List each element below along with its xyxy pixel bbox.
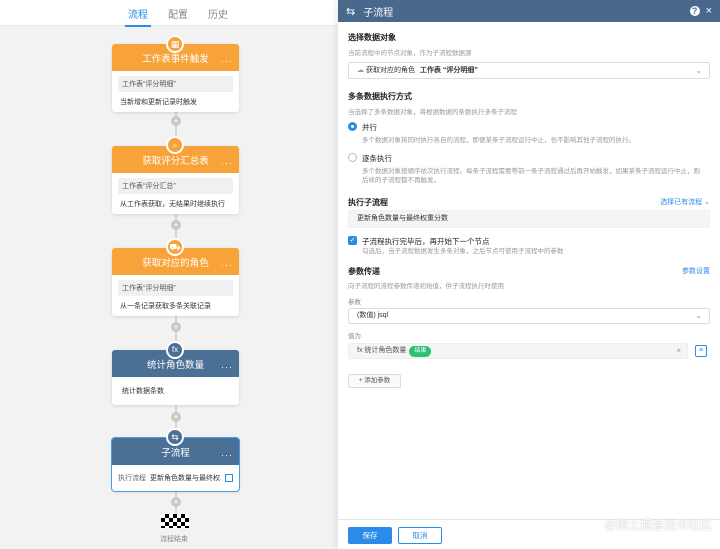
cloud-icon: ☁ <box>357 67 366 74</box>
workflow-canvas[interactable]: 流程 配置 历史 + + + + + 工作表事件触发 ··· 工作表“评分明细”… <box>0 0 338 549</box>
node-title: 获取评分汇总表 <box>142 156 209 167</box>
section-desc: 当前流程中的节点对象，作为子流程数据源 <box>348 50 472 57</box>
more-icon[interactable]: ··· <box>221 250 233 281</box>
radio-desc: 多个数据对象将同时执行各自的流程，即便某条子流程运行中止，也不影响其他子流程的执… <box>362 137 635 144</box>
cancel-button[interactable]: 取消 <box>398 527 442 544</box>
field-picker-icon[interactable]: ≡ <box>695 345 707 357</box>
node-get-roles[interactable]: 获取对应的角色 ··· 工作表“评分明细” 从一条记录获取多条关联记录 <box>112 248 239 316</box>
node-desc: 从工作表获取，无结果时继续执行 <box>120 201 225 208</box>
node-chip: 工作表“评分明细” <box>118 280 233 296</box>
node-title: 统计角色数量 <box>146 360 204 371</box>
node-body: 统计数据条数 <box>112 377 239 405</box>
assign-input[interactable]: fx 统计角色数量 结果 × <box>348 343 688 359</box>
node-title: 子流程 <box>161 448 190 459</box>
wait-checkbox[interactable]: ✓ <box>348 236 357 245</box>
chevron-down-icon: ⌄ <box>695 66 702 75</box>
node-title: 工作表事件触发 <box>142 54 209 65</box>
node-desc: 当新增和更新记录时触发 <box>120 99 197 106</box>
node-chip: 工作表“评分汇总” <box>118 178 233 194</box>
node-desc: 从一条记录获取多条关联记录 <box>120 303 211 310</box>
subprocess-select[interactable]: 更新角色数量与最终权重分数 <box>348 210 710 228</box>
watermark: @稀土掘金技术社区 <box>603 518 712 532</box>
radio-label: 并行 <box>362 123 377 132</box>
finish-flag-icon <box>161 514 189 528</box>
exec-value: 更新角色数量与最终权... <box>150 475 221 482</box>
checkbox-label: 子流程执行完毕后，再开始下一个节点 <box>362 237 490 246</box>
panel-header: ⇆ 子流程 ? × <box>338 0 720 22</box>
exec-label: 执行流程 <box>118 475 146 482</box>
add-node-button[interactable]: + <box>171 497 181 507</box>
tab-config[interactable]: 配置 <box>168 6 188 21</box>
clear-icon[interactable]: × <box>676 344 681 358</box>
fx-icon: fx <box>166 341 184 359</box>
more-icon[interactable]: ··· <box>221 352 233 383</box>
node-get-summary[interactable]: 获取评分汇总表 ··· 工作表“评分汇总” 从工作表获取，无结果时继续执行 <box>112 146 239 214</box>
subflow-icon: ⇆ <box>346 5 356 18</box>
node-body: 工作表“评分明细” 从一条记录获取多条关联记录 <box>112 275 239 316</box>
chevron-down-icon: ⌄ <box>695 311 702 320</box>
param-select[interactable]: (数值) jsql ⌄ <box>348 308 710 324</box>
node-body: 工作表“评分汇总” 从工作表获取，无结果时继续执行 <box>112 173 239 214</box>
result-token[interactable]: 结果 <box>409 346 432 357</box>
config-panel: ⇆ 子流程 ? × 选择数据对象 当前流程中的节点对象，作为子流程数据源 ☁ 获… <box>338 0 720 549</box>
section-desc: 向子流程的流程参数传递初始值，供子流程执行时使用 <box>348 283 504 290</box>
close-icon[interactable]: × <box>706 5 712 17</box>
checkbox-desc: 勾选后，当子流程数据发生多条对象，之后节点可使用子流程中的参数 <box>362 248 564 255</box>
section-title: 参数传递 <box>348 267 380 276</box>
more-icon[interactable]: ··· <box>221 440 233 471</box>
section-title: 执行子流程 <box>348 198 388 207</box>
add-param-button[interactable]: + 添加参数 <box>348 374 401 388</box>
assign-prefix: fx 统计角色数量 <box>357 347 407 354</box>
save-button[interactable]: 保存 <box>348 527 392 544</box>
radio-desc: 多个数据对象按顺序依次执行流程。每条子流程需要等前一条子流程通过后再开始触发，如… <box>362 168 700 184</box>
param-label: 参数 <box>348 299 361 306</box>
tab-flow[interactable]: 流程 <box>125 6 151 27</box>
more-icon[interactable]: ··· <box>221 148 233 179</box>
table-icon: ▦ <box>166 35 184 53</box>
truck-icon: ⛟ <box>166 238 184 256</box>
param-value: (数值) jsql <box>357 312 389 319</box>
radio-sequential[interactable] <box>348 153 357 162</box>
link-text: 选择已有流程 <box>660 199 703 206</box>
assign-label: 值为 <box>348 333 361 340</box>
node-title: 获取对应的角色 <box>142 258 209 269</box>
subflow-icon: ⇆ <box>166 428 184 446</box>
end-label: 流程结束 <box>160 536 188 543</box>
add-node-button[interactable]: + <box>171 220 181 230</box>
top-tabs: 流程 配置 历史 <box>0 0 338 27</box>
radio-parallel[interactable] <box>348 122 357 131</box>
subprocess-value: 更新角色数量与最终权重分数 <box>357 215 448 222</box>
radio-label: 逐条执行 <box>362 154 392 163</box>
add-node-button[interactable]: + <box>171 322 181 332</box>
help-icon[interactable]: ? <box>689 6 700 16</box>
choose-existing-link[interactable]: 选择已有流程 ⌄ <box>660 197 710 207</box>
node-body: 工作表“评分明细” 当新增和更新记录时触发 <box>112 71 239 112</box>
select-value: 工作表 “评分明细” <box>419 67 478 74</box>
add-node-button[interactable]: + <box>171 412 181 422</box>
node-body: 执行流程 更新角色数量与最终权... <box>112 465 239 491</box>
select-prefix: 获取对应的角色 <box>365 67 415 74</box>
node-chip: 工作表“评分明细” <box>118 76 233 92</box>
param-settings-link[interactable]: 参数设置 <box>682 266 710 276</box>
section-title: 多条数据执行方式 <box>348 92 412 101</box>
node-trigger[interactable]: 工作表事件触发 ··· 工作表“评分明细” 当新增和更新记录时触发 <box>112 44 239 112</box>
add-node-button[interactable]: + <box>171 116 181 126</box>
panel-title: 子流程 <box>363 7 394 19</box>
node-desc: 统计数据条数 <box>122 388 164 395</box>
panel-body: 选择数据对象 当前流程中的节点对象，作为子流程数据源 ☁ 获取对应的角色 工作表… <box>338 22 720 519</box>
more-icon[interactable]: ··· <box>221 46 233 77</box>
external-link-icon[interactable] <box>225 474 233 482</box>
tab-history[interactable]: 历史 <box>208 6 228 21</box>
section-desc: 当选择了多条数据对象，将根据数据的条数执行多条子流程 <box>348 109 517 116</box>
section-title: 选择数据对象 <box>348 33 396 42</box>
data-object-select[interactable]: ☁ 获取对应的角色 工作表 “评分明细” ⌄ <box>348 62 710 79</box>
search-icon: ⌕ <box>166 136 184 154</box>
